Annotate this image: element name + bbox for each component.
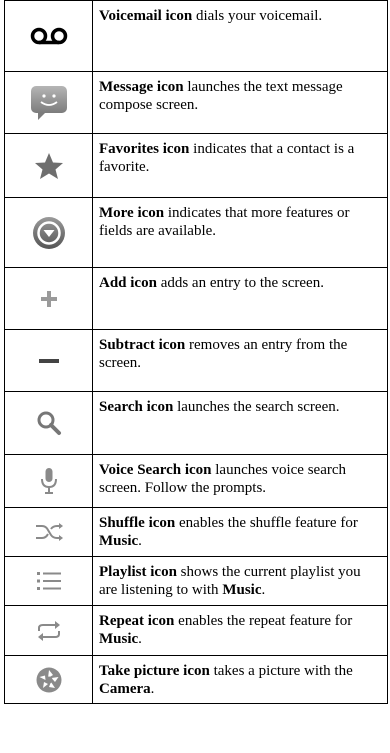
- icon-cell: [5, 392, 93, 454]
- row-title: Favorites icon: [99, 141, 190, 157]
- icon-cell: [5, 557, 93, 605]
- table-row: Favorites icon indicates that a contact …: [5, 133, 387, 197]
- row-title: Subtract icon: [99, 337, 186, 353]
- table-row: Voicemail icon dials your voicemail.: [5, 1, 387, 71]
- row-title: Message icon: [99, 79, 184, 95]
- subtract-icon: [38, 357, 60, 365]
- icon-cell: [5, 508, 93, 556]
- row-description: Shuffle icon enables the shuffle feature…: [99, 515, 358, 549]
- voicemail-icon: [29, 26, 69, 46]
- icon-cell: [5, 198, 93, 267]
- icon-cell: [5, 455, 93, 507]
- row-description: Voicemail icon dials your voicemail.: [99, 8, 323, 24]
- icon-cell: [5, 134, 93, 197]
- row-title: Voicemail icon: [99, 8, 193, 24]
- favorites-star-icon: [34, 152, 64, 180]
- row-title: Playlist icon: [99, 564, 177, 580]
- icon-cell: [5, 72, 93, 133]
- row-description: Voice Search icon launches voice search …: [99, 462, 347, 496]
- row-description: Subtract icon removes an entry from the …: [99, 337, 348, 371]
- icon-cell: [5, 656, 93, 703]
- row-description: Message icon launches the text message c…: [99, 79, 343, 113]
- table-row: Repeat icon enables the repeat feature f…: [5, 605, 387, 655]
- playlist-icon: [35, 570, 63, 592]
- row-title: Voice Search icon: [99, 462, 212, 478]
- more-icon: [32, 216, 66, 250]
- row-title: Shuffle icon: [99, 515, 176, 531]
- table-row: Add icon adds an entry to the screen.: [5, 267, 387, 329]
- add-icon: [39, 289, 59, 309]
- shuffle-icon: [34, 521, 64, 543]
- table-row: Shuffle icon enables the shuffle feature…: [5, 507, 387, 556]
- table-row: Subtract icon removes an entry from the …: [5, 329, 387, 391]
- row-description: Add icon adds an entry to the screen.: [99, 275, 324, 291]
- row-description: Playlist icon shows the current playlist…: [99, 564, 361, 598]
- table-row: Message icon launches the text message c…: [5, 71, 387, 133]
- table-row: Take picture icon takes a picture with t…: [5, 655, 387, 703]
- repeat-icon: [36, 619, 62, 643]
- icon-cell: [5, 1, 93, 71]
- row-title: Repeat icon: [99, 613, 175, 629]
- row-title: More icon: [99, 205, 165, 221]
- table-row: Playlist icon shows the current playlist…: [5, 556, 387, 605]
- voice-search-icon: [40, 467, 58, 495]
- row-description: Take picture icon takes a picture with t…: [99, 663, 353, 697]
- table-row: Search icon launches the search screen.: [5, 391, 387, 454]
- row-description: Favorites icon indicates that a contact …: [99, 141, 355, 175]
- table-row: Voice Search icon launches voice search …: [5, 454, 387, 507]
- icon-cell: [5, 268, 93, 329]
- row-title: Search icon: [99, 399, 174, 415]
- icon-reference-table: Voicemail icon dials your voicemail. Mes…: [4, 0, 388, 704]
- row-title: Add icon: [99, 275, 157, 291]
- icon-cell: [5, 606, 93, 655]
- search-icon: [36, 410, 62, 436]
- icon-cell: [5, 330, 93, 391]
- message-icon: [29, 84, 69, 122]
- take-picture-icon: [35, 666, 63, 694]
- row-title: Take picture icon: [99, 663, 210, 679]
- row-description: More icon indicates that more features o…: [99, 205, 350, 239]
- row-description: Repeat icon enables the repeat feature f…: [99, 613, 353, 647]
- table-row: More icon indicates that more features o…: [5, 197, 387, 267]
- row-description: Search icon launches the search screen.: [99, 399, 340, 415]
